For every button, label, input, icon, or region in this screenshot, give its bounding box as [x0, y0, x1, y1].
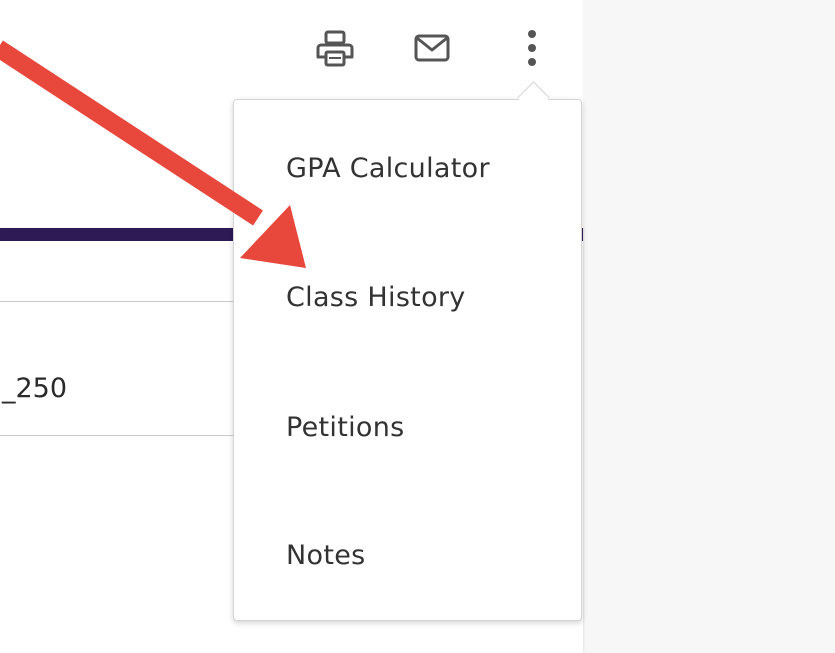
menu-item-class-history[interactable]: Class History: [286, 280, 466, 316]
menu-item-notes[interactable]: Notes: [286, 538, 365, 574]
row-divider: [0, 301, 240, 302]
envelope-icon: [414, 34, 450, 62]
vertical-ellipsis-icon: [528, 30, 536, 66]
page-gutter: [583, 0, 835, 653]
printer-icon: [316, 30, 354, 67]
menu-item-petitions[interactable]: Petitions: [286, 410, 405, 446]
email-button[interactable]: [410, 26, 454, 70]
more-options-menu: GPA Calculator Class History Petitions N…: [233, 99, 582, 621]
row-divider: [0, 435, 240, 436]
more-options-button[interactable]: [510, 26, 554, 70]
menu-item-gpa-calculator[interactable]: GPA Calculator: [286, 151, 490, 187]
row-value: _250: [2, 373, 68, 404]
print-button[interactable]: [313, 26, 357, 70]
